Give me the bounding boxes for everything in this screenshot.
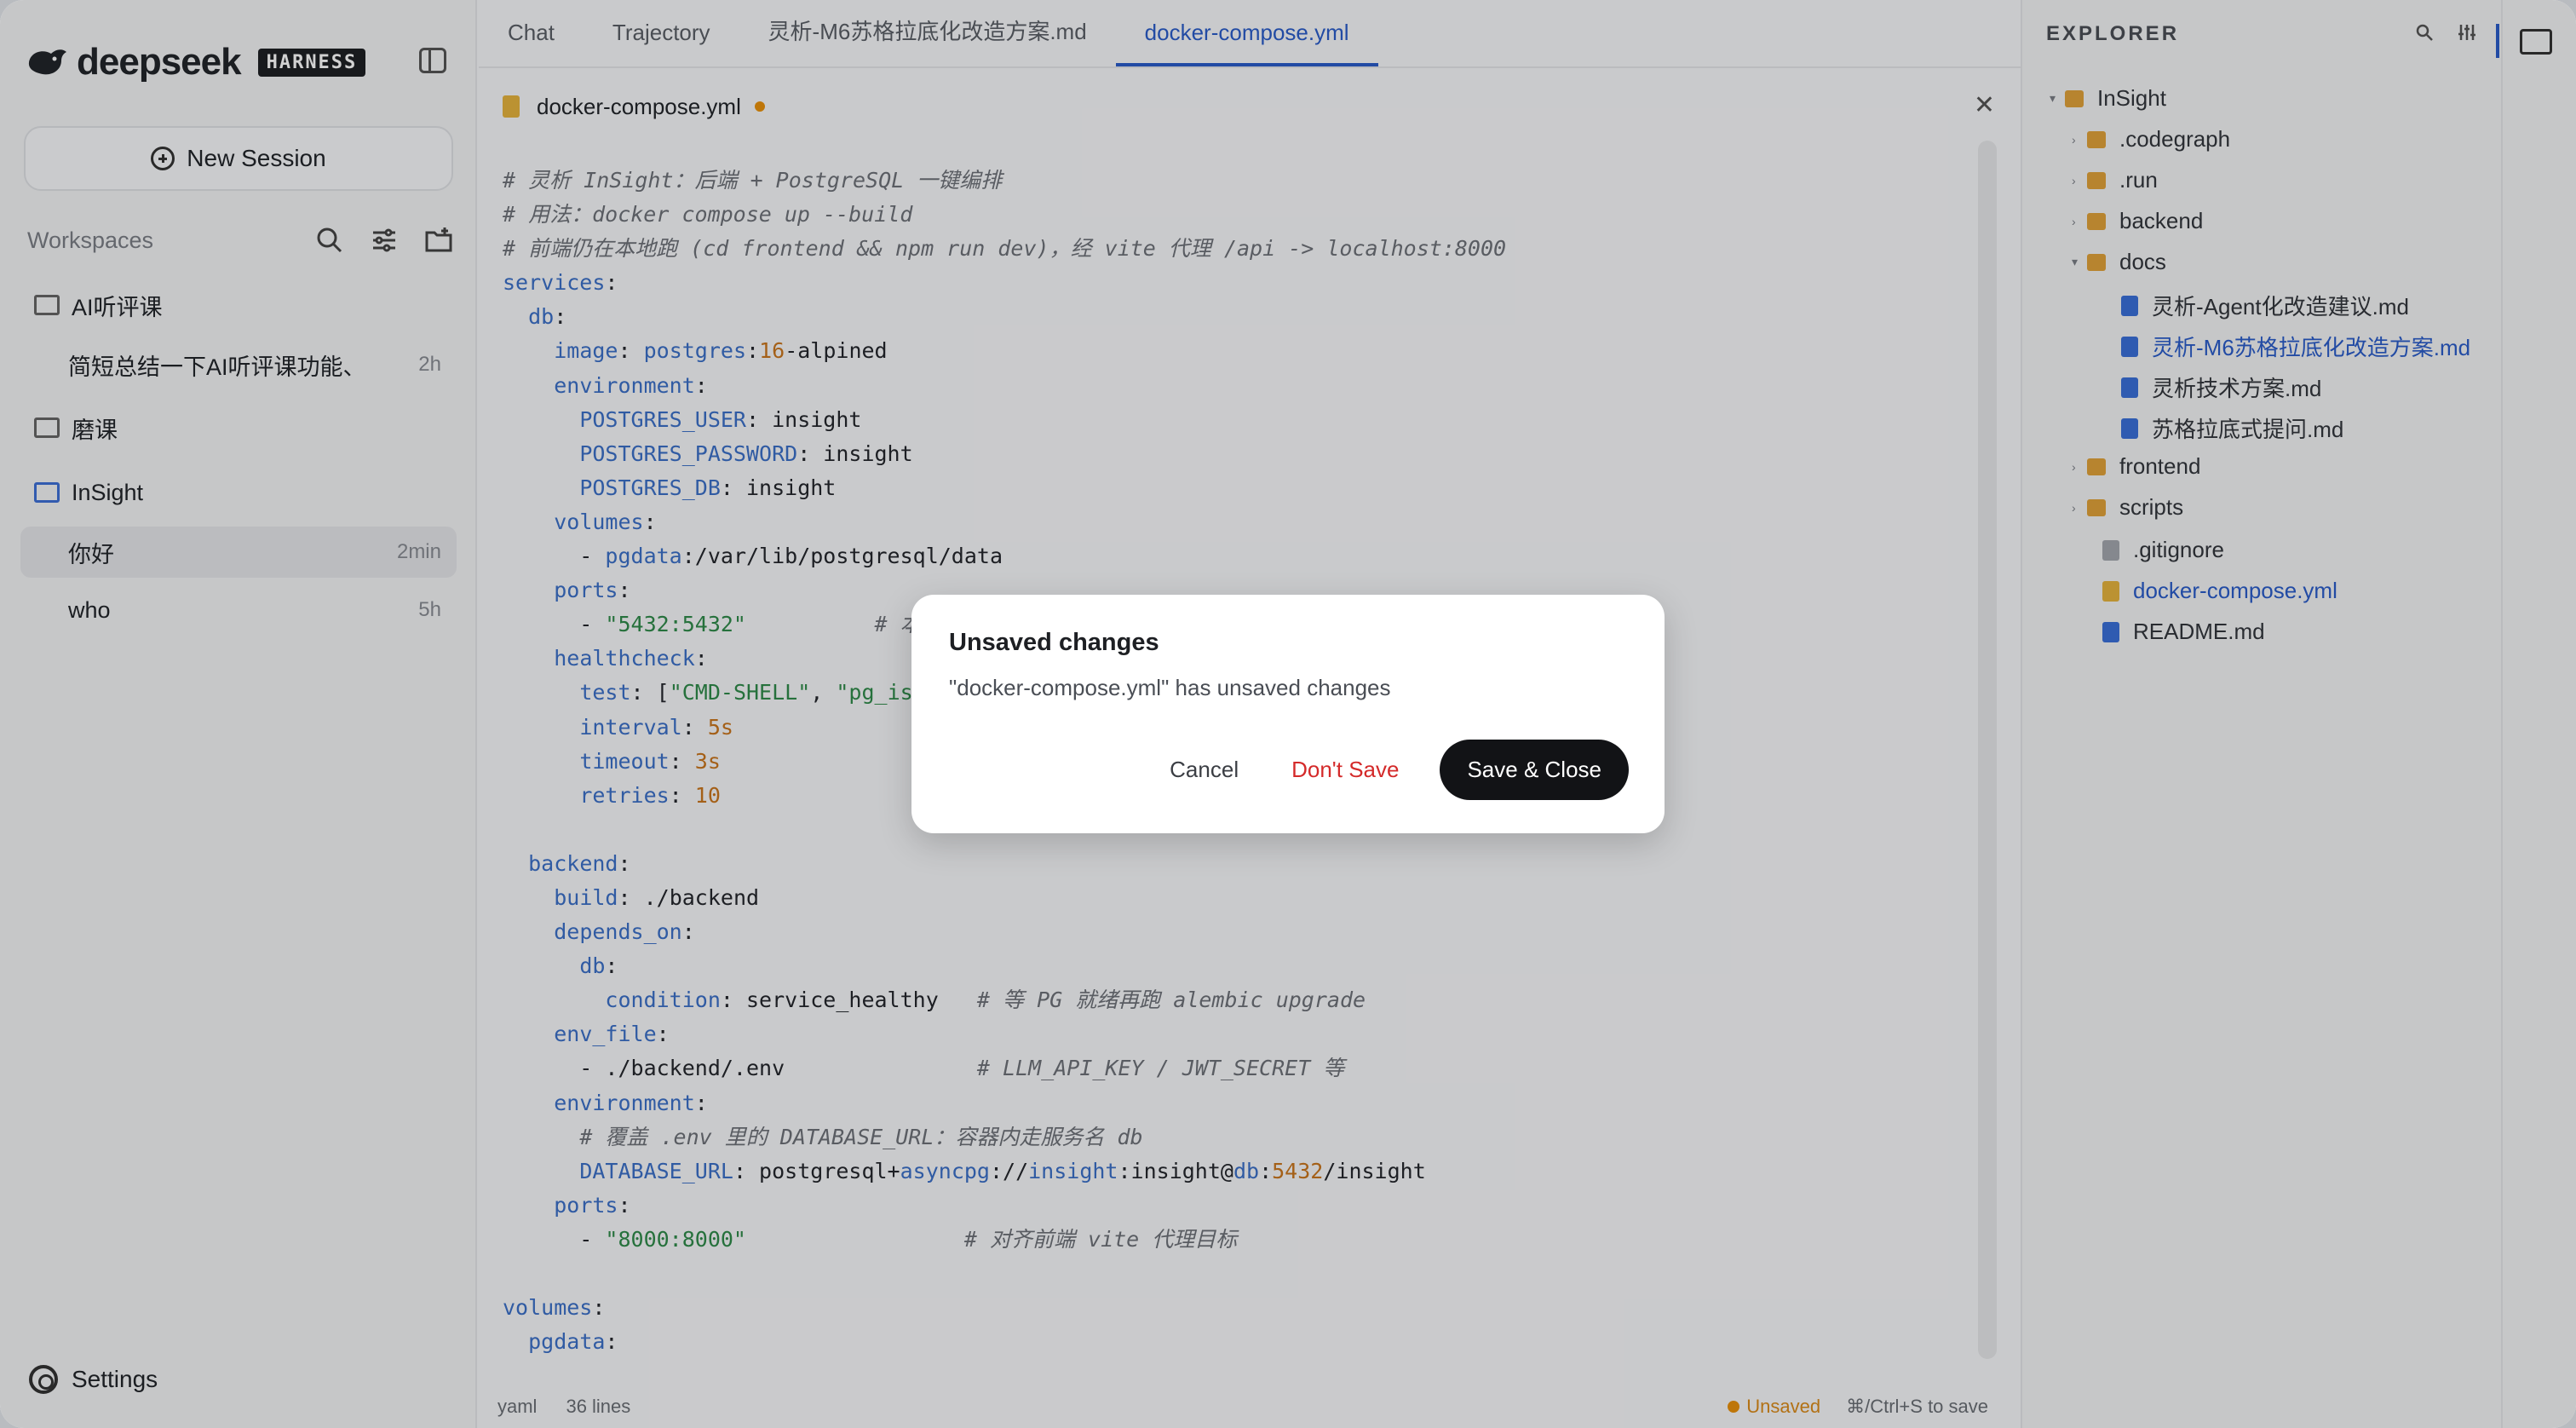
dialog-actions: Cancel Don't Save Save & Close — [1158, 740, 1629, 800]
dialog-message: "docker-compose.yml" has unsaved changes — [949, 675, 1391, 700]
app-window: deepseek HARNESS New Session Workspaces … — [0, 0, 2576, 1428]
dialog-title: Unsaved changes — [949, 629, 1159, 656]
cancel-button[interactable]: Cancel — [1158, 748, 1251, 792]
dont-save-button[interactable]: Don't Save — [1279, 748, 1411, 792]
save-and-close-button[interactable]: Save & Close — [1440, 740, 1629, 800]
unsaved-changes-dialog: Unsaved changes "docker-compose.yml" has… — [911, 595, 1665, 833]
